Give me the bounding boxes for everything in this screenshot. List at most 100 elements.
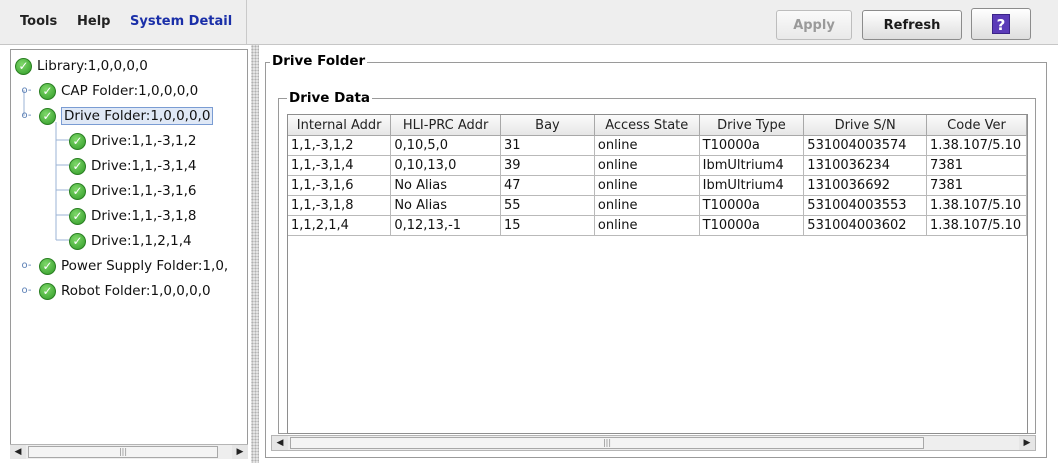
table-header-row: Internal Addr HLI-PRC Addr Bay Access St… [288, 115, 1027, 136]
table-cell: online [594, 155, 700, 176]
table-cell: 1,1,-3,1,2 [288, 135, 392, 156]
table-cell: online [594, 175, 700, 196]
tree-node-drive[interactable]: ✓ Drive:1,1,-3,1,6 [69, 181, 197, 201]
split-pane-divider[interactable] [251, 45, 259, 463]
column-header[interactable]: Drive Type [699, 115, 805, 136]
table-cell: 531004003574 [803, 135, 927, 156]
column-header[interactable]: Internal Addr [288, 115, 392, 136]
tree-node-library[interactable]: ✓ Library:1,0,0,0,0 [15, 56, 148, 76]
table-cell: 15 [500, 215, 595, 236]
tree-label: Library:1,0,0,0,0 [37, 58, 148, 74]
scroll-thumb[interactable]: ||| [290, 437, 924, 449]
scroll-thumb[interactable]: ||| [28, 446, 218, 458]
column-header[interactable]: Drive S/N [803, 115, 927, 136]
table-cell: 39 [500, 155, 595, 176]
drive-folder-title: Drive Folder [270, 53, 368, 69]
table-row[interactable]: 1,1,-3,1,8 No Alias 55 online T10000a 53… [288, 195, 1027, 216]
table-cell: 55 [500, 195, 595, 216]
scroll-left-icon[interactable]: ◀ [272, 436, 288, 450]
table-cell: 1,1,-3,1,4 [288, 155, 392, 176]
toolbar-divider [246, 0, 247, 44]
key-connector-icon[interactable]: o- [21, 286, 32, 296]
table-row[interactable]: 1,1,-3,1,4 0,10,13,0 39 online IbmUltriu… [288, 155, 1027, 176]
table-row[interactable]: 1,1,2,1,4 0,12,13,-1 15 online T10000a 5… [288, 215, 1027, 236]
check-circle-icon: ✓ [69, 157, 86, 175]
key-connector-icon[interactable]: o- [21, 261, 32, 271]
tree-label: Power Supply Folder:1,0, [61, 258, 229, 274]
table-cell: No Alias [390, 175, 502, 196]
table-cell: 7381 [926, 155, 1027, 176]
table-cell: 1,1,-3,1,6 [288, 175, 392, 196]
table-cell: 1,1,-3,1,8 [288, 195, 392, 216]
table-row[interactable]: 1,1,-3,1,2 0,10,5,0 31 online T10000a 53… [288, 135, 1027, 156]
table-cell: 531004003602 [803, 215, 927, 236]
column-header[interactable]: Code Ver [926, 115, 1027, 136]
column-header[interactable]: Access State [594, 115, 700, 136]
tree-label-selected: Drive Folder:1,0,0,0,0 [61, 107, 214, 125]
key-connector-icon[interactable]: o- [21, 111, 32, 121]
key-connector-icon[interactable]: o- [21, 86, 32, 96]
menu-system-detail[interactable]: System Detail [130, 14, 232, 29]
column-header[interactable]: HLI-PRC Addr [390, 115, 502, 136]
scroll-right-icon[interactable]: ▶ [1019, 436, 1035, 450]
tree-node-robot-folder[interactable]: o- ✓ Robot Folder:1,0,0,0,0 [21, 281, 211, 301]
table-cell: online [594, 215, 700, 236]
check-circle-icon: ✓ [39, 257, 56, 275]
tree-node-drive[interactable]: ✓ Drive:1,1,-3,1,4 [69, 156, 197, 176]
toolbar: Tools Help System Detail Apply Refresh ? [0, 0, 1058, 45]
tree-node-drive[interactable]: ✓ Drive:1,1,-3,1,8 [69, 206, 197, 226]
scroll-left-icon[interactable]: ◀ [10, 445, 26, 459]
table-cell: T10000a [699, 195, 805, 216]
table-cell: IbmUltrium4 [699, 155, 805, 176]
table-cell: No Alias [390, 195, 502, 216]
table-cell: 1.38.107/5.10 [926, 135, 1027, 156]
tree-label: Drive:1,1,-3,1,4 [91, 158, 197, 174]
check-circle-icon: ✓ [39, 107, 56, 125]
drive-data-title: Drive Data [287, 90, 373, 106]
table-cell: 0,10,13,0 [390, 155, 502, 176]
table-horizontal-scrollbar[interactable]: ◀ ||| ▶ [271, 435, 1036, 451]
table-cell: 1310036234 [803, 155, 927, 176]
check-circle-icon: ✓ [69, 132, 86, 150]
table-cell: 0,12,13,-1 [390, 215, 502, 236]
tree-horizontal-scrollbar[interactable]: ◀ ||| ▶ [10, 444, 248, 459]
tree-node-drive[interactable]: ✓ Drive:1,1,-3,1,2 [69, 131, 197, 151]
tree-label: Drive:1,1,-3,1,2 [91, 133, 197, 149]
check-circle-icon: ✓ [15, 57, 32, 75]
tree-label: Drive:1,1,-3,1,8 [91, 208, 197, 224]
refresh-button[interactable]: Refresh [862, 10, 962, 40]
tree-node-drive-folder[interactable]: o- ✓ Drive Folder:1,0,0,0,0 [21, 106, 214, 126]
table-cell: 7381 [926, 175, 1027, 196]
table-cell: T10000a [699, 215, 805, 236]
tree-panel: ✓ Library:1,0,0,0,0 o- ✓ CAP Folder:1,0,… [10, 49, 248, 459]
table-cell: 1.38.107/5.10 [926, 195, 1027, 216]
check-circle-icon: ✓ [39, 82, 56, 100]
table-cell: online [594, 135, 700, 156]
menu-tools[interactable]: Tools [20, 14, 57, 29]
table-cell: 1,1,2,1,4 [288, 215, 392, 236]
tree-label: Robot Folder:1,0,0,0,0 [61, 283, 211, 299]
apply-button[interactable]: Apply [776, 10, 852, 40]
check-circle-icon: ✓ [69, 182, 86, 200]
drive-data-table: Internal Addr HLI-PRC Addr Bay Access St… [287, 114, 1028, 434]
tree-node-cap-folder[interactable]: o- ✓ CAP Folder:1,0,0,0,0 [21, 81, 198, 101]
tree-label: Drive:1,1,2,1,4 [91, 233, 192, 249]
check-circle-icon: ✓ [69, 207, 86, 225]
table-cell: 31 [500, 135, 595, 156]
table-cell: IbmUltrium4 [699, 175, 805, 196]
tree-node-power-supply-folder[interactable]: o- ✓ Power Supply Folder:1,0, [21, 256, 228, 276]
menu-help[interactable]: Help [77, 14, 110, 29]
table-cell: 531004003553 [803, 195, 927, 216]
table-cell: online [594, 195, 700, 216]
table-row[interactable]: 1,1,-3,1,6 No Alias 47 online IbmUltrium… [288, 175, 1027, 196]
tree-label: Drive:1,1,-3,1,6 [91, 183, 197, 199]
column-header[interactable]: Bay [500, 115, 595, 136]
table-cell: 1310036692 [803, 175, 927, 196]
scroll-right-icon[interactable]: ▶ [232, 445, 248, 459]
tree-node-drive[interactable]: ✓ Drive:1,1,2,1,4 [69, 231, 192, 251]
help-button[interactable]: ? [971, 8, 1031, 40]
question-icon: ? [992, 14, 1010, 34]
table-cell: 0,10,5,0 [390, 135, 502, 156]
check-circle-icon: ✓ [69, 232, 86, 250]
table-cell: 47 [500, 175, 595, 196]
